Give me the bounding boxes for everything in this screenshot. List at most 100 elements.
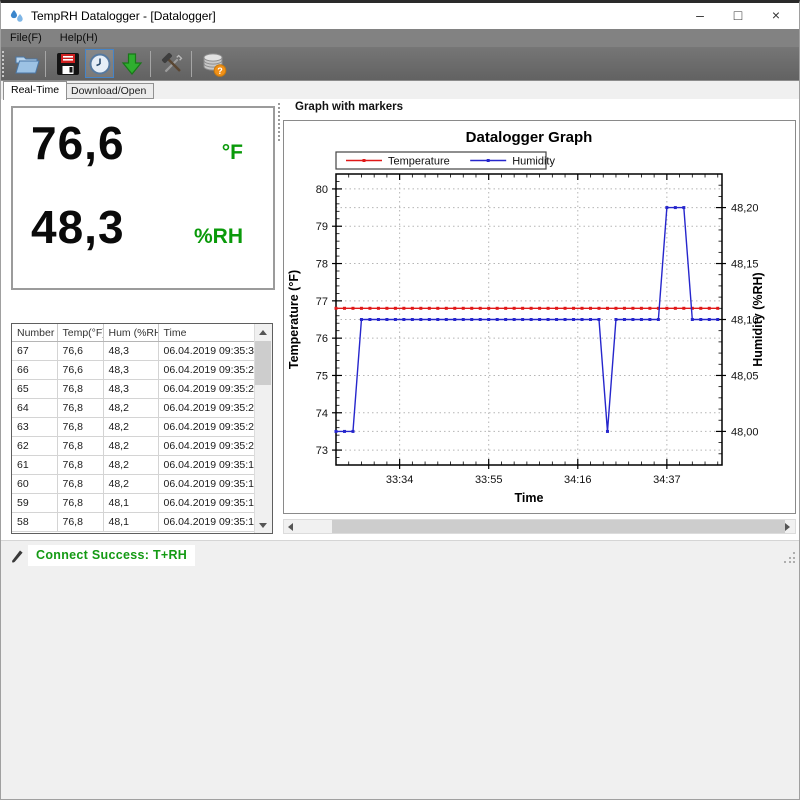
window-controls: – □ × (681, 3, 795, 29)
table-row[interactable]: 6576,848,306.04.2019 09:35:27 (12, 380, 255, 399)
table-cell: 06.04.2019 09:35:25 (158, 399, 255, 418)
table-cell: 59 (12, 494, 57, 513)
humidity-value: 48,3 (31, 200, 125, 254)
table-cell: 76,8 (57, 418, 103, 437)
table-row[interactable]: 6176,848,206.04.2019 09:35:18 (12, 456, 255, 475)
app-logo-icon (9, 8, 25, 24)
column-header[interactable]: Temp(°F) (57, 324, 103, 342)
svg-text:77: 77 (316, 296, 328, 308)
table-cell: 66 (12, 361, 57, 380)
app-window: TempRH Datalogger - [Datalogger] – □ × F… (0, 0, 800, 800)
table-scrollbar[interactable] (254, 324, 272, 533)
close-button[interactable]: × (757, 3, 795, 29)
column-header[interactable]: Number (12, 324, 57, 342)
download-arrow-icon (120, 52, 144, 76)
table-cell: 06.04.2019 09:35:31 (158, 342, 255, 361)
svg-text:Time: Time (515, 491, 544, 505)
table-cell: 62 (12, 437, 57, 456)
data-table: NumberTemp(°F)Hum (%RH)Time 6776,648,306… (12, 324, 256, 532)
svg-text:Humidity: Humidity (512, 156, 555, 168)
toolbar-separator (191, 51, 192, 77)
table-cell: 76,8 (57, 494, 103, 513)
minimize-button[interactable]: – (681, 3, 719, 29)
svg-text:Humidity (%RH): Humidity (%RH) (751, 272, 765, 366)
table-cell: 58 (12, 513, 57, 532)
table-cell: 06.04.2019 09:35:12 (158, 513, 255, 532)
table-scrollbar-thumb[interactable] (255, 341, 271, 385)
svg-text:33:34: 33:34 (386, 474, 414, 486)
real-time-tab-page: 76,6 °F 48,3 %RH NumberTemp(°F)Hum (%RH)… (1, 99, 799, 540)
graph-panel: 737475767778798048,0048,0548,1048,1548,2… (283, 120, 796, 514)
table-cell: 06.04.2019 09:35:21 (158, 437, 255, 456)
table-cell: 48,2 (103, 456, 158, 475)
datalogger-chart: 737475767778798048,0048,0548,1048,1548,2… (284, 121, 795, 513)
scroll-down-arrow-icon[interactable] (255, 517, 271, 533)
title-bar: TempRH Datalogger - [Datalogger] – □ × (1, 3, 799, 29)
download-button[interactable] (117, 49, 146, 78)
table-cell: 64 (12, 399, 57, 418)
resize-grip[interactable] (784, 552, 796, 564)
menu-bar: File(F) Help(H) (1, 29, 799, 47)
table-cell: 48,1 (103, 494, 158, 513)
window-title: TempRH Datalogger - [Datalogger] (31, 3, 216, 29)
settings-tools-button[interactable] (158, 49, 187, 78)
open-folder-icon (14, 52, 40, 76)
toolbar-separator (150, 51, 151, 77)
table-row[interactable]: 6076,848,206.04.2019 09:35:16 (12, 475, 255, 494)
tab-real-time[interactable]: Real-Time (3, 81, 67, 100)
table-row[interactable]: 6676,648,306.04.2019 09:35:29 (12, 361, 255, 380)
svg-text:78: 78 (316, 259, 328, 271)
save-icon (56, 52, 80, 76)
svg-text:48,05: 48,05 (731, 370, 759, 382)
table-cell: 48,2 (103, 399, 158, 418)
tab-download-open[interactable]: Download/Open (63, 83, 154, 99)
graph-panel-title: Graph with markers (292, 101, 406, 113)
svg-text:48,15: 48,15 (731, 259, 759, 271)
graph-hscrollbar-thumb[interactable] (332, 520, 785, 533)
svg-text:Datalogger Graph: Datalogger Graph (466, 129, 593, 146)
table-cell: 48,2 (103, 437, 158, 456)
scroll-left-arrow-icon[interactable] (284, 520, 299, 533)
table-row[interactable]: 5876,848,106.04.2019 09:35:12 (12, 513, 255, 532)
scroll-right-arrow-icon[interactable] (780, 520, 795, 533)
svg-text:48,20: 48,20 (731, 203, 759, 215)
table-row[interactable]: 5976,848,106.04.2019 09:35:14 (12, 494, 255, 513)
table-row[interactable]: 6776,648,306.04.2019 09:35:31 (12, 342, 255, 361)
table-row[interactable]: 6376,848,206.04.2019 09:35:23 (12, 418, 255, 437)
table-cell: 76,6 (57, 361, 103, 380)
table-cell: 65 (12, 380, 57, 399)
table-row[interactable]: 6276,848,206.04.2019 09:35:21 (12, 437, 255, 456)
scroll-up-arrow-icon[interactable] (255, 324, 271, 340)
svg-text:Temperature (°F): Temperature (°F) (287, 270, 301, 369)
column-header[interactable]: Time (158, 324, 255, 342)
table-cell: 76,8 (57, 513, 103, 532)
menu-help[interactable]: Help(H) (51, 29, 107, 47)
maximize-button[interactable]: □ (719, 3, 757, 29)
realtime-clock-button[interactable] (85, 49, 114, 78)
open-file-button[interactable] (12, 49, 41, 78)
svg-text:79: 79 (316, 221, 328, 233)
temperature-value: 76,6 (31, 116, 125, 170)
menu-file[interactable]: File(F) (1, 29, 51, 47)
table-cell: 67 (12, 342, 57, 361)
table-cell: 76,8 (57, 456, 103, 475)
table-row[interactable]: 6476,848,206.04.2019 09:35:25 (12, 399, 255, 418)
table-cell: 06.04.2019 09:35:29 (158, 361, 255, 380)
table-cell: 61 (12, 456, 57, 475)
clock-icon (88, 52, 112, 76)
table-cell: 76,8 (57, 380, 103, 399)
device-info-button[interactable]: ? (199, 49, 228, 78)
toolbar-grip (2, 51, 9, 77)
toolbar-separator (45, 51, 46, 77)
save-button[interactable] (53, 49, 82, 78)
table-cell: 48,1 (103, 513, 158, 532)
table-cell: 06.04.2019 09:35:23 (158, 418, 255, 437)
svg-text:80: 80 (316, 184, 328, 196)
svg-text:34:16: 34:16 (564, 474, 592, 486)
table-cell: 63 (12, 418, 57, 437)
log-table-panel: NumberTemp(°F)Hum (%RH)Time 6776,648,306… (11, 323, 273, 534)
table-cell: 48,2 (103, 418, 158, 437)
graph-hscrollbar[interactable] (283, 519, 796, 534)
status-message: Connect Success: T+RH (28, 545, 195, 566)
column-header[interactable]: Hum (%RH) (103, 324, 158, 342)
